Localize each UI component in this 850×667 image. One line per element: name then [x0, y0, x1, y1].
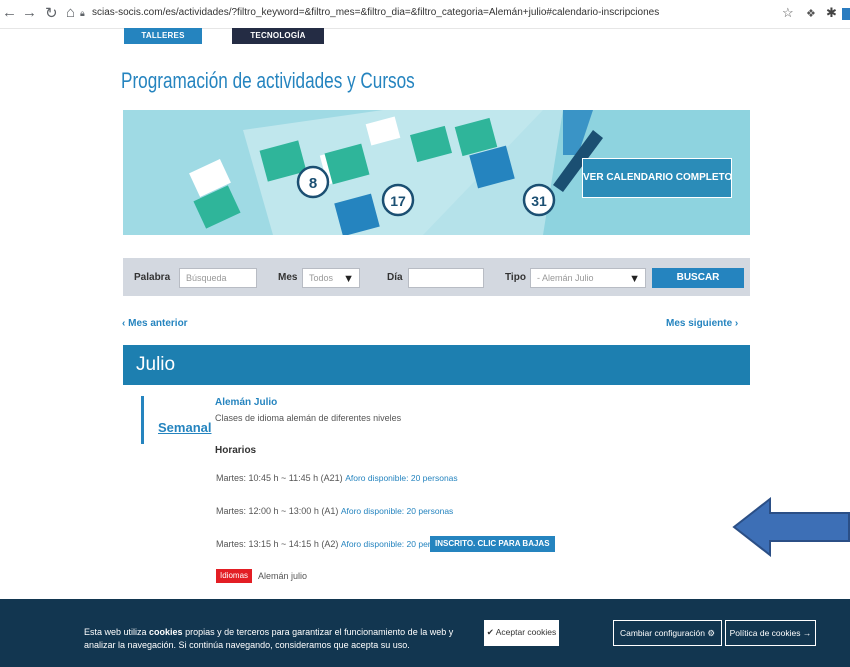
extension-icon[interactable]: ❖ [806, 7, 816, 20]
month-name: Julio [136, 354, 176, 375]
day-label: Día [387, 272, 403, 283]
reload-icon[interactable]: ↻ [45, 4, 58, 22]
star-icon[interactable]: ☆ [782, 5, 794, 21]
page-title: Programación de actividades y Cursos [121, 68, 415, 93]
cookie-text-bold: cookies [149, 627, 183, 637]
schedule-capacity: Aforo disponible: 20 personas [340, 506, 454, 516]
forward-icon[interactable]: → [22, 4, 37, 21]
banner-number-31: 31 [531, 193, 547, 209]
check-icon: ✔ [486, 627, 494, 637]
category-text: Alemán julio [258, 571, 308, 581]
schedule-capacity: Aforo disponible: 20 personas [345, 473, 458, 483]
next-month-link[interactable]: Mes siguiente › [666, 318, 738, 329]
schedule-row: Martes: 12:00 h ~ 13:00 h (A1) Aforo dis… [216, 506, 453, 516]
month-label: Mes [278, 272, 298, 283]
month-header [123, 345, 750, 385]
unsubscribe-button[interactable]: INSCRITO. CLIC PARA BAJAS [430, 536, 555, 552]
schedule-row: Martes: 13:15 h ~ 14:15 h (A2) Aforo dis… [216, 539, 453, 549]
type-select-value: - Alemán Julio [537, 273, 594, 283]
lock-icon[interactable]: 🔒︎ [80, 8, 85, 19]
schedule-time: Martes: 10:45 h ~ 11:45 h (A21) [216, 473, 343, 483]
frequency-link[interactable]: Semanal [158, 420, 211, 435]
keyword-input[interactable]: Búsqueda [179, 268, 257, 288]
activity-accent-bar [141, 396, 144, 444]
address-bar[interactable]: scias-socis.com/es/actividades/?filtro_k… [92, 7, 659, 18]
schedule-row: Martes: 10:45 h ~ 11:45 h (A21) Aforo di… [216, 473, 458, 483]
annotation-arrow-icon [732, 497, 850, 557]
type-label: Tipo [505, 272, 526, 283]
accept-cookies-label: Aceptar cookies [495, 627, 557, 637]
back-icon[interactable]: ← [2, 4, 17, 21]
gear-icon: ⚙ [707, 628, 716, 638]
profile-icon[interactable] [842, 8, 850, 20]
prev-month-link[interactable]: ‹ Mes anterior [122, 318, 188, 329]
tab-tecnologia[interactable]: TECNOLOGÍA [232, 28, 324, 44]
banner-number-8: 8 [309, 175, 317, 192]
month-select[interactable]: Todos ▼ [302, 268, 360, 288]
tab-talleres-juegos[interactable]: TALLERES JUEGOS [124, 28, 202, 56]
schedule-time: Martes: 13:15 h ~ 14:15 h (A2) [216, 539, 339, 549]
activity-title[interactable]: Alemán Julio [215, 397, 277, 408]
chevron-down-icon: ▼ [343, 273, 354, 285]
change-settings-button[interactable]: Cambiar configuración ⚙ [613, 620, 722, 646]
schedule-time: Martes: 12:00 h ~ 13:00 h (A1) [216, 506, 339, 516]
change-settings-label: Cambiar configuración [619, 628, 706, 638]
chevron-down-icon: ▼ [629, 273, 640, 285]
schedule-heading: Horarios [215, 445, 257, 456]
arrow-right-icon: → [802, 628, 812, 638]
day-input[interactable] [408, 268, 484, 288]
home-icon[interactable]: ⌂ [66, 4, 75, 21]
accept-cookies-button[interactable]: ✔ Aceptar cookies [484, 620, 559, 646]
cookie-message: Esta web utiliza cookies propias y de te… [84, 626, 474, 652]
banner-number-17: 17 [390, 193, 406, 209]
keyword-label: Palabra [134, 272, 171, 283]
search-button[interactable]: BUSCAR [652, 268, 744, 288]
cookie-policy-label: Política de cookies [729, 628, 801, 638]
puzzle-icon[interactable]: ✱ [826, 5, 837, 21]
cookie-policy-button[interactable]: Política de cookies → [725, 620, 816, 646]
view-full-calendar-button[interactable]: VER CALENDARIO COMPLETO [582, 158, 732, 198]
cookie-text-part: Esta web utiliza [84, 627, 150, 637]
type-select[interactable]: - Alemán Julio ▼ [530, 268, 646, 288]
category-badge[interactable]: Idiomas [216, 569, 253, 583]
month-select-value: Todos [309, 273, 334, 283]
activity-description: Clases de idioma alemán de diferentes ni… [215, 413, 402, 423]
